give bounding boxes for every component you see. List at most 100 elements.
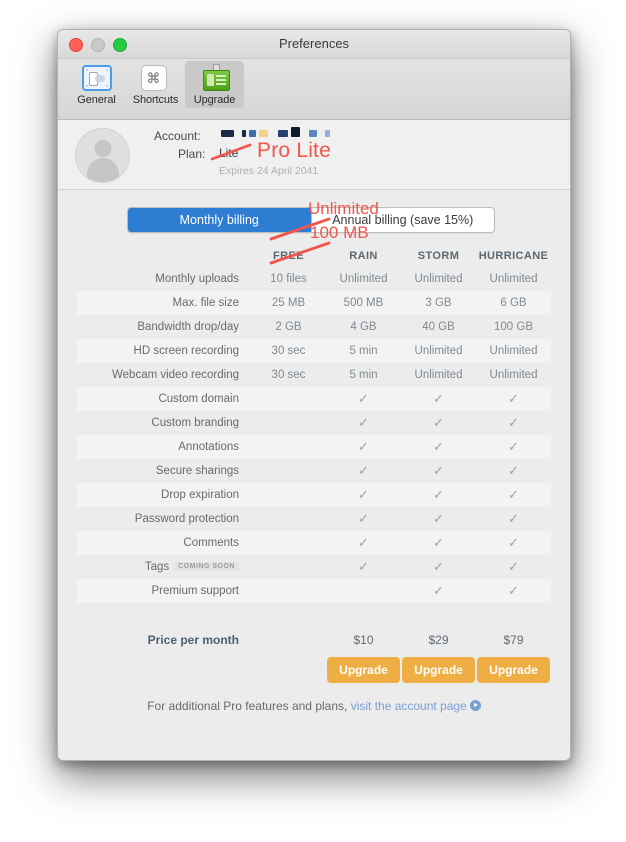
table-row: Password protection ✓ ✓ ✓ [77,507,551,531]
column-header-storm: STORM [417,250,460,262]
table-row: Bandwidth drop/day 2 GB 4 GB 40 GB 100 GB [77,315,551,339]
command-key-icon: ⌘ [140,64,171,92]
feature-label-text: Webcam video recording [112,369,239,381]
feature-value: Unlimited [414,273,463,285]
footer-note: For additional Pro features and plans, v… [58,699,570,713]
check-icon: ✓ [358,535,369,550]
tab-upgrade-label: Upgrade [193,94,236,106]
feature-label: Password protection [77,513,251,525]
feature-label-text: Comments [183,537,239,549]
feature-label: Custom domain [77,393,251,405]
account-page-link[interactable]: visit the account page [351,699,467,713]
arrow-right-circle-icon[interactable] [469,700,481,711]
feature-value: Unlimited [489,369,538,381]
plan-label: Plan: [178,147,206,161]
feature-label: HD screen recording [77,345,251,357]
feature-value: 40 GB [422,321,455,333]
upgrade-slot-free [251,657,326,683]
feature-label-text: Tags [144,561,170,573]
feature-label-text: HD screen recording [133,345,239,357]
feature-label-text: Annotations [178,441,239,453]
account-panel: Account: Plan: Lite Pro Lite Expires 24 … [58,120,570,190]
account-label: Account: [154,129,201,143]
feature-value: Unlimited [414,369,463,381]
upgrade-button-rain[interactable]: Upgrade [327,657,400,683]
check-icon: ✓ [358,559,369,574]
feature-value: 25 MB [271,297,306,309]
upgrade-button-storm[interactable]: Upgrade [402,657,475,683]
strikethrough-max-file-size [269,241,331,265]
coming-soon-badge: COMING SOON [174,562,239,572]
avatar [75,128,130,183]
table-row: Drop expiration ✓ ✓ ✓ [77,483,551,507]
feature-value: 30 sec [271,345,306,357]
check-icon: ✓ [433,511,444,526]
zoom-button[interactable] [113,38,127,52]
feature-value: Unlimited [414,345,463,357]
plan-strikethrough-annotation [210,143,252,161]
upgrade-button-hurricane[interactable]: Upgrade [477,657,550,683]
tab-upgrade[interactable]: Upgrade [185,61,244,108]
feature-value: 5 min [349,369,378,381]
check-icon: ✓ [358,415,369,430]
check-icon: ✓ [433,415,444,430]
plan-expiry: Expires 24 April 2041 [219,165,319,177]
feature-label-text: Bandwidth drop/day [137,321,239,333]
table-row: Annotations ✓ ✓ ✓ [77,435,551,459]
check-icon: ✓ [508,511,519,526]
tab-shortcuts-label: Shortcuts [132,94,179,106]
check-icon: ✓ [508,391,519,406]
page-title: Preferences [278,36,350,51]
upgrade-slot-rain: Upgrade [326,657,401,683]
price-storm: $29 [428,633,449,647]
id-badge-icon [200,64,230,92]
feature-value: 10 files [270,273,307,285]
feature-value: 30 sec [271,369,306,381]
upgrade-slot-storm: Upgrade [401,657,476,683]
tab-general[interactable]: General [67,61,126,108]
window-titlebar: Preferences [58,30,570,59]
preferences-window: Preferences General ⌘ Shortcuts Upgrade … [57,29,571,761]
tab-general-label: General [77,94,116,106]
feature-label-text: Custom branding [151,417,239,429]
feature-value: 3 GB [425,297,452,309]
tab-shortcuts[interactable]: ⌘ Shortcuts [126,61,185,108]
column-header-rain: RAIN [349,250,378,262]
feature-label-text: Password protection [134,513,239,525]
check-icon: ✓ [358,391,369,406]
preferences-toolbar: General ⌘ Shortcuts Upgrade [58,59,570,120]
table-row: Monthly uploads 10 files Unlimited Unlimite… [77,267,551,291]
table-row: HD screen recording 30 sec 5 min Unlimited U… [77,339,551,363]
feature-value: 2 GB [275,321,302,333]
plan-annotation: Pro Lite [257,139,331,162]
check-icon: ✓ [508,487,519,502]
feature-label-text: Max. file size [172,297,239,309]
close-button[interactable] [69,38,83,52]
check-icon: ✓ [433,487,444,502]
check-icon: ✓ [508,439,519,454]
feature-label: Monthly uploads [77,273,251,285]
feature-value: Unlimited [489,273,538,285]
feature-value: Unlimited [489,345,538,357]
minimize-button[interactable] [91,38,105,52]
price-hurricane: $79 [503,633,524,647]
feature-label: Premium support [77,585,251,597]
feature-label: Annotations [77,441,251,453]
price-row-label: Price per month [147,633,239,647]
table-row: Custom branding ✓ ✓ ✓ [77,411,551,435]
feature-label-text: Monthly uploads [155,273,239,285]
feature-value: 5 min [349,345,378,357]
check-icon: ✓ [433,391,444,406]
footer-text: For additional Pro features and plans, [147,699,351,713]
table-row: Max. file size 25 MB 500 MB 3 GB 6 GB [77,291,551,315]
feature-label: Drop expiration [77,489,251,501]
check-icon: ✓ [433,559,444,574]
feature-value: 4 GB [350,321,377,333]
feature-value: Unlimited [339,273,388,285]
plan-comparison-table: FREERAINSTORMHURRICANEMonthly uploads10 … [77,245,551,603]
check-icon: ✓ [508,583,519,598]
check-icon: ✓ [508,559,519,574]
feature-value: 100 GB [494,321,533,333]
window-controls [69,38,127,52]
check-icon: ✓ [433,583,444,598]
